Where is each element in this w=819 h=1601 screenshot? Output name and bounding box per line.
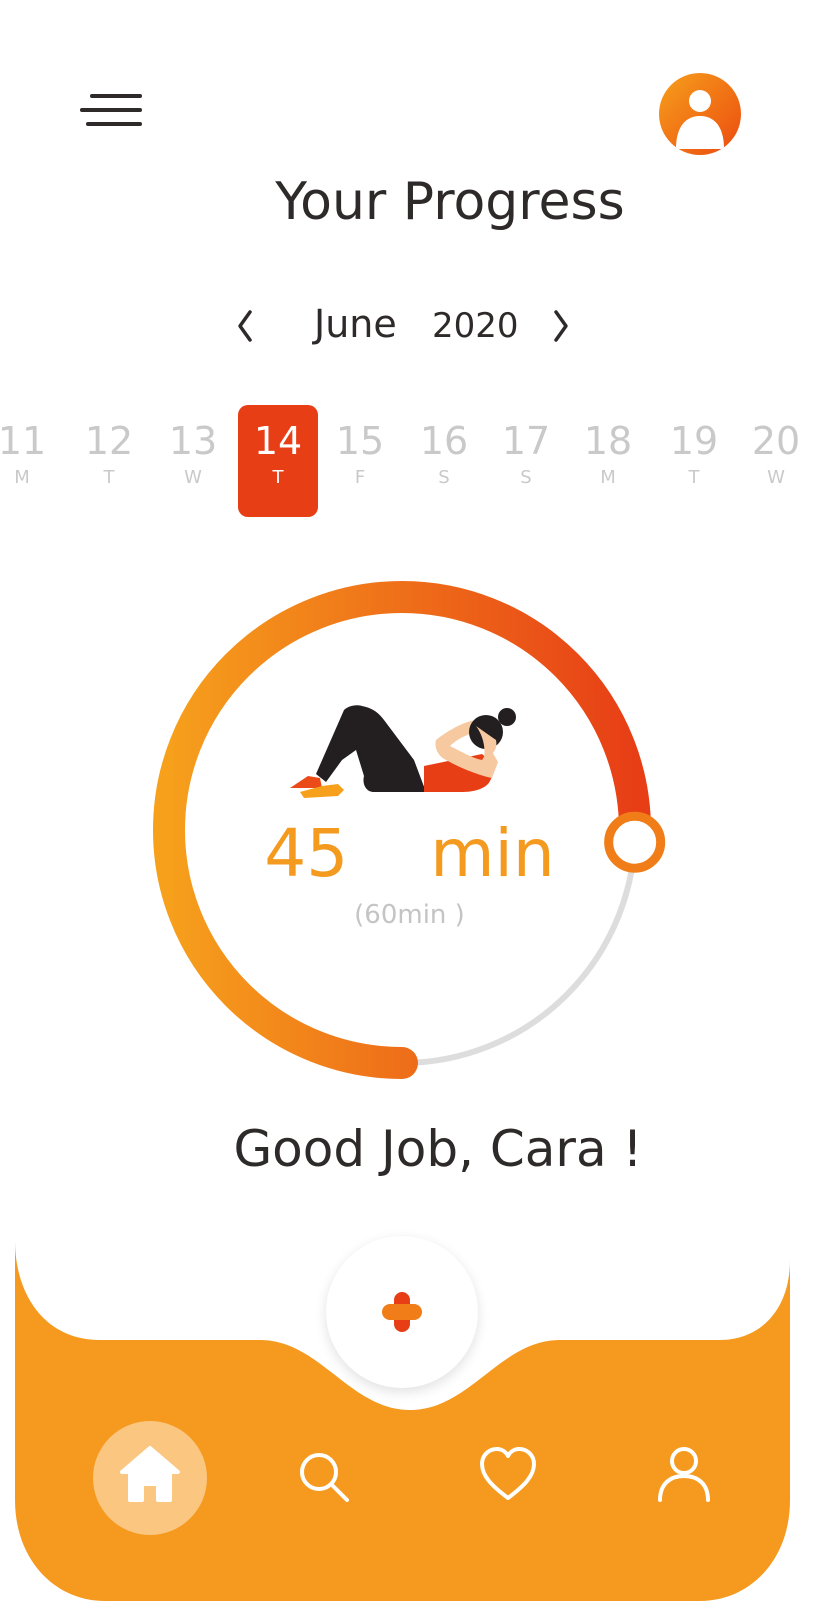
weekday-label: S <box>438 467 450 488</box>
heart-icon <box>480 1447 536 1500</box>
month-label: June <box>314 302 397 346</box>
month-selector: June 2020 <box>230 300 590 360</box>
year-label: 2020 <box>432 306 519 346</box>
chevron-left-icon <box>238 310 252 342</box>
progress-minutes: 45 <box>264 815 349 892</box>
prev-month-button[interactable] <box>232 306 260 346</box>
avatar[interactable] <box>659 73 741 155</box>
date-number: 15 <box>335 419 385 463</box>
chevron-right-icon <box>554 310 568 342</box>
date-item[interactable]: 16 S <box>404 405 484 517</box>
menu-line <box>90 94 142 98</box>
weekday-label: F <box>354 467 366 488</box>
date-item[interactable]: 13 W <box>153 405 233 517</box>
nav-home[interactable] <box>118 1444 182 1508</box>
date-number: 18 <box>583 419 633 463</box>
date-item[interactable]: 19 T <box>654 405 734 517</box>
weekday-label: M <box>14 467 30 488</box>
goal-label: (60min ) <box>354 900 465 930</box>
next-month-button[interactable] <box>546 306 574 346</box>
nav-search[interactable] <box>295 1448 355 1512</box>
weekday-label: M <box>600 467 616 488</box>
date-number: 19 <box>669 419 719 463</box>
nav-favorites[interactable] <box>478 1446 538 1508</box>
date-item-selected[interactable]: 14 T <box>238 405 318 517</box>
plus-icon <box>382 1292 422 1332</box>
progress-value: 45 min <box>0 815 819 892</box>
weekday-label: T <box>272 467 284 488</box>
user-icon <box>658 1447 710 1502</box>
date-item[interactable]: 17 S <box>486 405 566 517</box>
date-number: 14 <box>253 419 303 463</box>
date-number: 16 <box>419 419 469 463</box>
date-item[interactable]: 18 M <box>568 405 648 517</box>
date-item[interactable]: 20 W <box>736 405 816 517</box>
date-strip: 11 M 12 T 13 W 14 T 15 F 16 S 17 S 18 M … <box>0 405 819 525</box>
weekday-label: S <box>520 467 532 488</box>
date-number: 11 <box>0 419 47 463</box>
date-number: 13 <box>168 419 218 463</box>
weekday-label: T <box>103 467 115 488</box>
date-number: 12 <box>84 419 134 463</box>
greeting-text: Good Job, Cara ! <box>233 1120 643 1178</box>
woman-doing-crunches-illustration <box>290 705 516 798</box>
user-avatar-icon <box>676 90 724 149</box>
date-number: 17 <box>501 419 551 463</box>
menu-line <box>86 122 142 126</box>
weekday-label: W <box>184 467 202 488</box>
page-title: Your Progress <box>275 172 625 232</box>
menu-line <box>80 108 142 112</box>
date-item[interactable]: 15 F <box>320 405 400 517</box>
weekday-label: W <box>767 467 785 488</box>
menu-button[interactable] <box>72 88 148 138</box>
date-number: 20 <box>751 419 801 463</box>
weekday-label: T <box>688 467 700 488</box>
date-item[interactable]: 11 M <box>0 405 62 517</box>
nav-profile[interactable] <box>654 1444 714 1508</box>
add-button[interactable] <box>326 1236 478 1388</box>
progress-unit: min <box>430 815 555 892</box>
search-icon <box>300 1453 349 1502</box>
home-icon <box>120 1446 180 1502</box>
date-item[interactable]: 12 T <box>69 405 149 517</box>
